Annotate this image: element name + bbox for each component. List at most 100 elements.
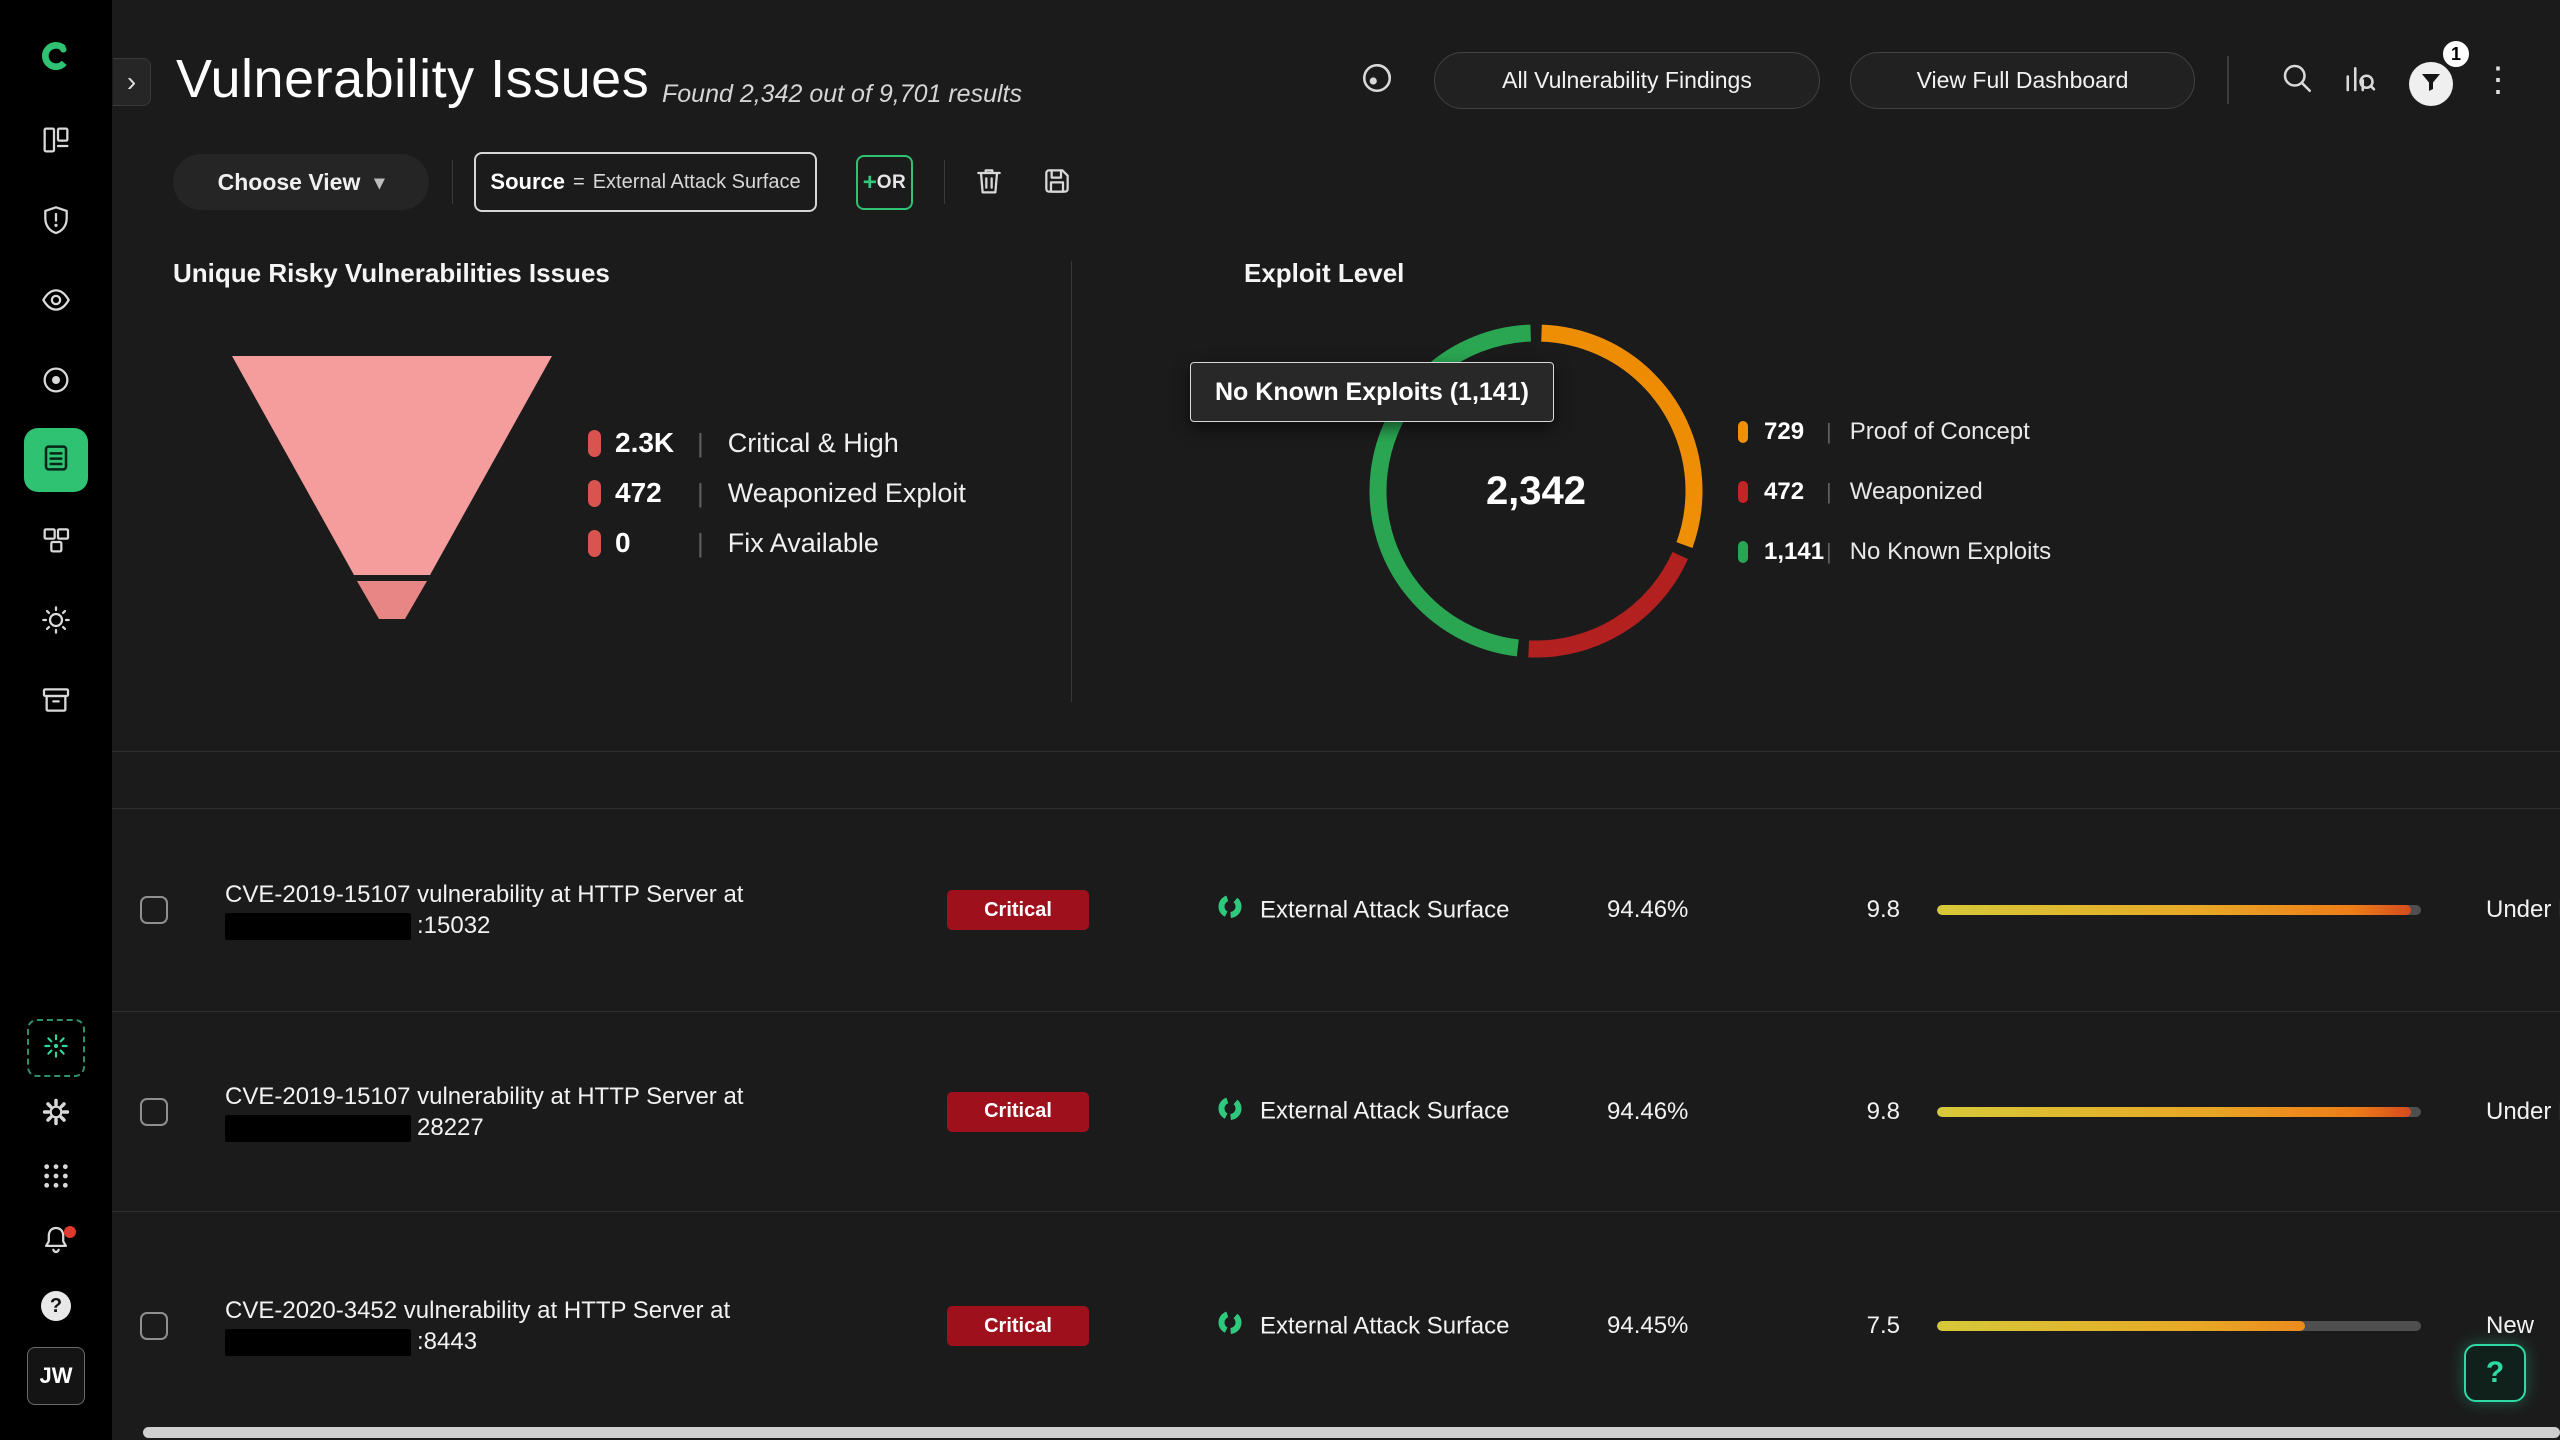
sidebar-item-help[interactable]: ? <box>30 1280 82 1332</box>
or-label: OR <box>877 172 907 194</box>
cvss-score: 7.5 <box>1846 1312 1900 1340</box>
source-cell: External Attack Surface <box>1216 893 1509 928</box>
epss-score: 94.46% <box>1607 1098 1688 1126</box>
user-avatar[interactable]: JW <box>27 1347 85 1405</box>
help-button[interactable]: ? <box>2464 1344 2526 1402</box>
legend-item: 1,141 | No Known Exploits <box>1738 522 2051 582</box>
search-icon <box>2279 60 2315 101</box>
results-summary: Found 2,342 out of 9,701 results <box>662 80 1022 109</box>
legend-marker <box>1738 421 1748 443</box>
epss-score: 94.45% <box>1607 1312 1688 1340</box>
brand-logo[interactable] <box>30 30 82 82</box>
sidebar-item-targets[interactable] <box>30 356 82 408</box>
table-row[interactable]: CVE-2019-15107 vulnerability at HTTP Ser… <box>0 1012 2560 1212</box>
notification-dot <box>64 1226 76 1238</box>
shield-alert-icon <box>40 204 72 241</box>
choose-view-label: Choose View <box>218 169 361 196</box>
source-cell: External Attack Surface <box>1216 1309 1509 1344</box>
legend-marker <box>1738 481 1748 503</box>
exploit-panel-title: Exploit Level <box>1244 258 1404 289</box>
active-filter-button[interactable] <box>2409 62 2453 106</box>
filter-funnel-icon <box>2419 70 2443 99</box>
table-row[interactable]: CVE-2019-15107 vulnerability at HTTP Ser… <box>0 809 2560 1012</box>
redacted-host <box>225 913 411 940</box>
legend-item: 2.3K | Critical & High <box>588 418 966 468</box>
chart-search-icon <box>2341 60 2377 101</box>
eye-icon <box>40 284 72 321</box>
severity-badge: Critical <box>947 1306 1089 1346</box>
legend-marker <box>1738 541 1748 563</box>
legend-marker <box>588 530 601 557</box>
status-cell: New <box>2486 1312 2534 1340</box>
save-view-button[interactable] <box>1034 160 1080 206</box>
redacted-host <box>225 1329 411 1356</box>
sidebar-item-notifications[interactable] <box>30 1216 82 1268</box>
donut-tooltip: No Known Exploits (1,141) <box>1190 362 1554 422</box>
funnel-chart <box>232 356 552 627</box>
redacted-host <box>225 1115 411 1142</box>
vulnerability-name: CVE-2019-15107 vulnerability at HTTP Ser… <box>225 879 743 941</box>
sidebar-item-dashboard[interactable] <box>30 116 82 168</box>
choose-view-dropdown[interactable]: Choose View ▾ <box>173 154 429 210</box>
filter-chip-source[interactable]: Source = External Attack Surface <box>474 152 817 212</box>
funnel-panel-title: Unique Risky Vulnerabilities Issues <box>173 258 610 289</box>
panel-divider <box>1071 261 1072 702</box>
table-row[interactable]: CVE-2020-3452 vulnerability at HTTP Serv… <box>0 1212 2560 1440</box>
delete-filter-button[interactable] <box>966 160 1012 206</box>
expand-panel-button[interactable]: › <box>113 58 151 106</box>
external-attack-surface-icon <box>1216 893 1244 928</box>
save-icon <box>1041 165 1073 202</box>
external-attack-surface-icon <box>1216 1309 1244 1344</box>
cvss-score-bar <box>1937 1107 2421 1117</box>
chip-field: Source <box>490 169 565 195</box>
legend-marker <box>588 430 601 457</box>
sidebar-item-scan[interactable] <box>27 1019 85 1077</box>
sidebar-item-risks[interactable] <box>30 196 82 248</box>
row-checkbox[interactable] <box>140 896 168 924</box>
chart-search-button[interactable] <box>2334 55 2384 105</box>
plus-icon: + <box>863 169 877 197</box>
sidebar-item-settings[interactable] <box>30 1088 82 1140</box>
sidebar-item-apps[interactable] <box>30 1152 82 1204</box>
search-button[interactable] <box>2272 55 2322 105</box>
all-vulnerability-findings-button[interactable]: All Vulnerability Findings <box>1434 52 1820 109</box>
filter-bar-divider <box>452 160 453 204</box>
columns-icon <box>40 124 72 161</box>
filter-count-badge: 1 <box>2441 39 2471 69</box>
row-checkbox[interactable] <box>140 1098 168 1126</box>
exploit-legend: 729 | Proof of Concept 472 | Weaponized … <box>1738 402 2051 582</box>
epss-score: 94.46% <box>1607 896 1688 924</box>
cvss-score-bar <box>1937 905 2421 915</box>
sidebar-item-visibility[interactable] <box>30 276 82 328</box>
legend-item: 729 | Proof of Concept <box>1738 402 2051 462</box>
page-title: Vulnerability Issues <box>176 48 649 110</box>
legend-marker <box>588 480 601 507</box>
rescan-button[interactable] <box>1352 55 1402 105</box>
sidebar-item-inventory[interactable] <box>30 676 82 728</box>
severity-badge: Critical <box>947 890 1089 930</box>
scan-burst-icon <box>40 1030 72 1067</box>
sidebar-item-vulnerabilities-active[interactable] <box>24 428 88 492</box>
row-checkbox[interactable] <box>140 1312 168 1340</box>
external-attack-surface-icon <box>1216 1094 1244 1129</box>
cvss-score: 9.8 <box>1846 1098 1900 1126</box>
header-divider <box>2227 56 2229 104</box>
status-cell: Under Review <box>2486 896 2560 924</box>
target-icon <box>40 364 72 401</box>
vulnerability-name: CVE-2020-3452 vulnerability at HTTP Serv… <box>225 1295 730 1357</box>
sidebar-item-assets[interactable] <box>30 516 82 568</box>
vulnerability-name: CVE-2019-15107 vulnerability at HTTP Ser… <box>225 1081 743 1143</box>
view-full-dashboard-button[interactable]: View Full Dashboard <box>1850 52 2195 109</box>
kebab-menu-button[interactable]: ⋮ <box>2480 54 2516 106</box>
legend-item: 472 | Weaponized Exploit <box>588 468 966 518</box>
radar-icon <box>1359 60 1395 101</box>
filter-bar-divider-2 <box>944 160 945 204</box>
add-or-filter-button[interactable]: +OR <box>856 155 913 210</box>
trash-icon <box>973 165 1005 202</box>
severity-badge: Critical <box>947 1092 1089 1132</box>
sidebar: ? JW <box>0 0 112 1440</box>
horizontal-scrollbar[interactable] <box>143 1427 2560 1438</box>
sidebar-item-threats[interactable] <box>30 596 82 648</box>
clipboard-list-icon <box>40 442 72 479</box>
chip-value: External Attack Surface <box>593 171 801 194</box>
